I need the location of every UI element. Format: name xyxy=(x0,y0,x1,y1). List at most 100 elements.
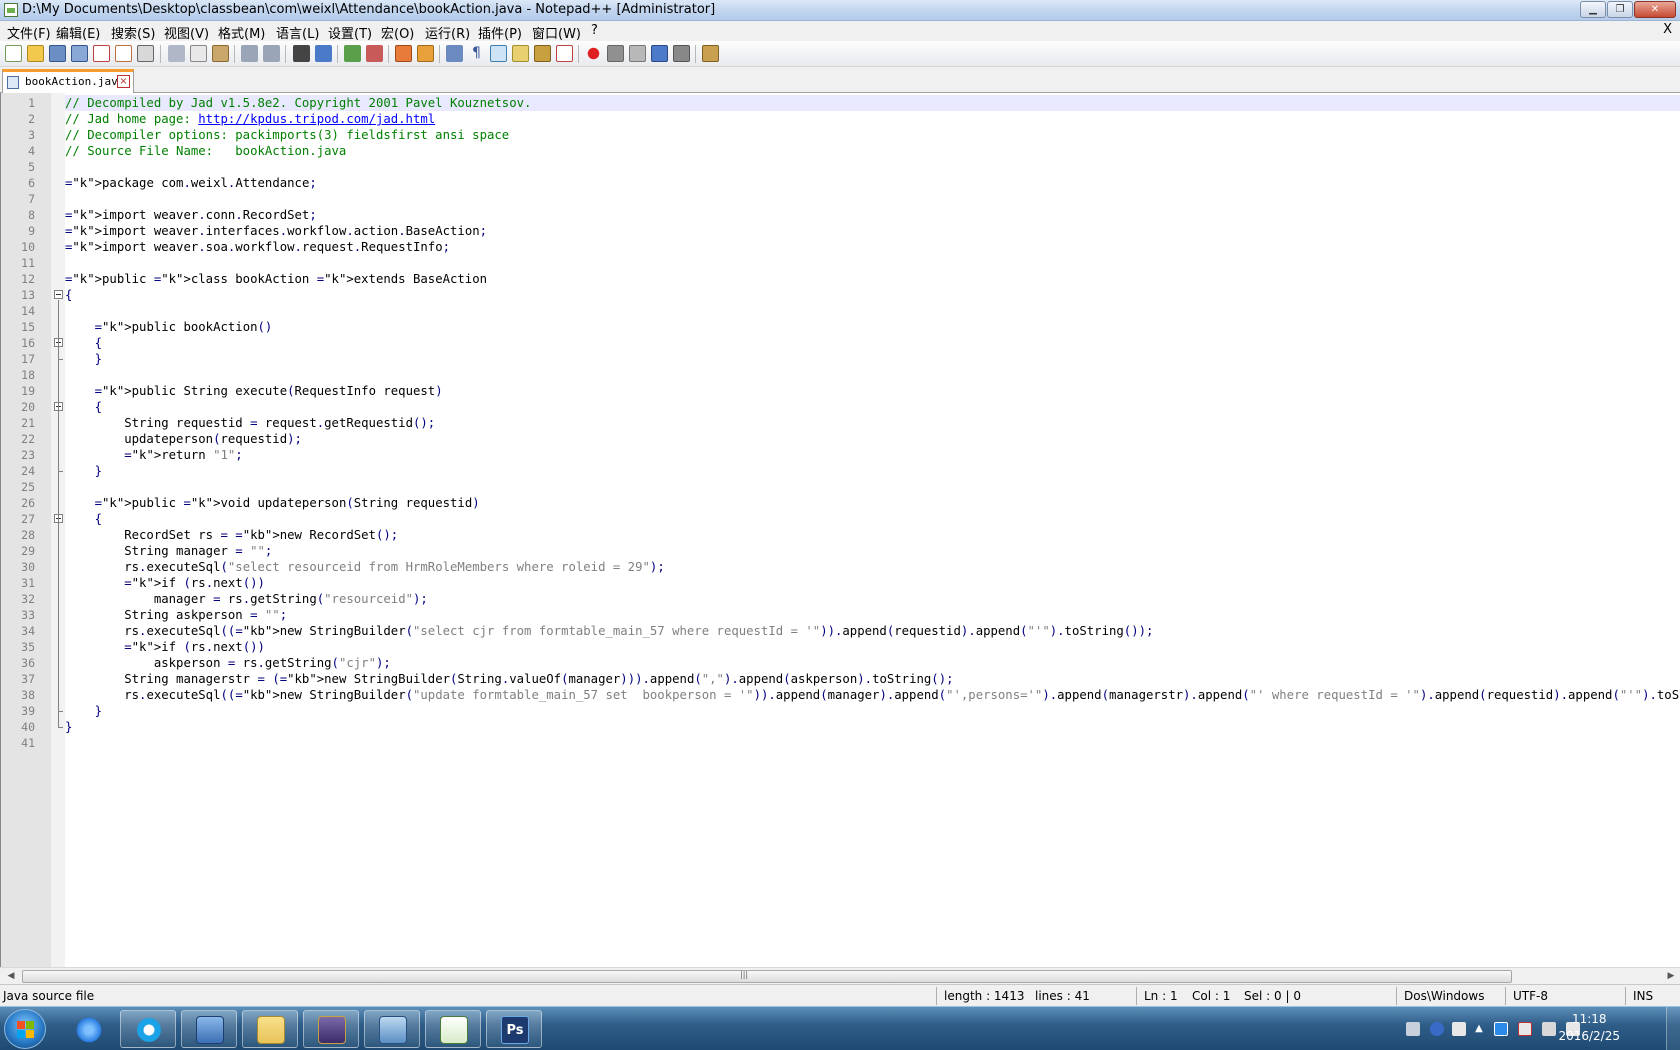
stop-macro-icon[interactable] xyxy=(607,45,624,62)
code-line[interactable]: RecordSet rs = ="kb">new RecordSet(); xyxy=(65,527,1680,543)
close-all-icon[interactable] xyxy=(115,45,132,62)
taskbar-image-viewer[interactable] xyxy=(364,1010,420,1048)
scrollbar-thumb[interactable] xyxy=(22,970,1512,983)
code-line[interactable] xyxy=(65,367,1680,383)
taskbar-remote-desktop[interactable] xyxy=(181,1010,237,1048)
code-line[interactable]: // Decompiled by Jad v1.5.8e2. Copyright… xyxy=(65,95,1680,111)
start-button[interactable] xyxy=(4,1009,46,1049)
code-line[interactable]: String manager = ""; xyxy=(65,543,1680,559)
menu-search[interactable]: 搜索(S) xyxy=(111,23,155,42)
scroll-right-icon[interactable]: ▶ xyxy=(1664,970,1678,983)
find-icon[interactable] xyxy=(293,45,310,62)
code-line[interactable]: } xyxy=(65,463,1680,479)
code-line[interactable]: ="k">public String execute(RequestInfo r… xyxy=(65,383,1680,399)
close-file-icon[interactable] xyxy=(93,45,110,62)
code-line[interactable]: ="k">return "1"; xyxy=(65,447,1680,463)
copy-icon[interactable] xyxy=(190,45,207,62)
code-line[interactable] xyxy=(65,479,1680,495)
tab-close-icon[interactable]: × xyxy=(117,75,130,88)
zoom-in-icon[interactable] xyxy=(344,45,361,62)
taskbar-clock[interactable]: 11:18 2016/2/25 xyxy=(1558,1011,1620,1045)
sync-horizontal-icon[interactable] xyxy=(417,45,434,62)
code-line[interactable]: ="k">import weaver.conn.RecordSet; xyxy=(65,207,1680,223)
code-line[interactable]: askperson = rs.getString("cjr"); xyxy=(65,655,1680,671)
open-file-icon[interactable] xyxy=(27,45,44,62)
security-shield-icon[interactable] xyxy=(1494,1022,1508,1036)
indent-guide-icon[interactable] xyxy=(490,45,507,62)
plugin-icon[interactable] xyxy=(702,45,719,62)
play-macro-icon[interactable] xyxy=(629,45,646,62)
status-insert-mode[interactable]: INS xyxy=(1633,989,1653,1003)
code-line[interactable] xyxy=(65,735,1680,751)
code-line[interactable] xyxy=(65,159,1680,175)
code-line[interactable]: String requestid = request.getRequestid(… xyxy=(65,415,1680,431)
code-line[interactable] xyxy=(65,303,1680,319)
code-line[interactable]: ="k">import weaver.soa.workflow.request.… xyxy=(65,239,1680,255)
code-line[interactable]: ="k">if (rs.next()) xyxy=(65,575,1680,591)
tab-bookaction-java[interactable]: bookAction.java × xyxy=(2,69,134,93)
menu-plugins[interactable]: 插件(P) xyxy=(478,23,522,42)
code-line[interactable]: ="k">public ="k">void updateperson(Strin… xyxy=(65,495,1680,511)
code-line[interactable]: manager = rs.getString("resourceid"); xyxy=(65,591,1680,607)
close-button[interactable]: ✕ xyxy=(1634,1,1676,18)
code-line[interactable]: ="k">if (rs.next()) xyxy=(65,639,1680,655)
function-list-icon[interactable] xyxy=(556,45,573,62)
code-line[interactable]: { xyxy=(65,287,1680,303)
code-line[interactable]: ="k">package com.weixl.Attendance; xyxy=(65,175,1680,191)
taskbar-notepad-plus-plus[interactable] xyxy=(425,1010,481,1048)
taskbar-file-explorer[interactable] xyxy=(242,1010,298,1048)
play-macro-multiple-icon[interactable] xyxy=(651,45,668,62)
zoom-out-icon[interactable] xyxy=(366,45,383,62)
user-language-icon[interactable] xyxy=(512,45,529,62)
code-editor[interactable]: 1 2 3 4 5 6 7 8 9 10 11 12 13 14 15 16 17 18 19 20 21 22 23 24 2… xyxy=(0,93,1680,967)
code-line[interactable]: ="k">public bookAction() xyxy=(65,319,1680,335)
code-line[interactable]: { xyxy=(65,335,1680,351)
record-macro-icon[interactable] xyxy=(585,45,602,62)
taskbar-qq-browser[interactable] xyxy=(120,1010,176,1048)
code-line[interactable]: String managerstr = (="kb">new StringBui… xyxy=(65,671,1680,687)
menu-view[interactable]: 视图(V) xyxy=(164,23,209,42)
scroll-left-icon[interactable]: ◀ xyxy=(4,970,18,983)
code-line[interactable]: rs.executeSql("select resourceid from Hr… xyxy=(65,559,1680,575)
save-macro-icon[interactable] xyxy=(673,45,690,62)
fold-toggle-icon[interactable] xyxy=(54,290,63,299)
help-icon[interactable] xyxy=(1430,1022,1444,1036)
status-eol-format[interactable]: Dos\Windows xyxy=(1404,989,1484,1003)
save-all-icon[interactable] xyxy=(71,45,88,62)
code-line[interactable] xyxy=(65,255,1680,271)
maximize-button[interactable]: ❐ xyxy=(1607,1,1633,18)
code-line[interactable]: ="k">import weaver.interfaces.workflow.a… xyxy=(65,223,1680,239)
show-desktop-button[interactable] xyxy=(1666,1007,1680,1050)
save-icon[interactable] xyxy=(49,45,66,62)
close-document-button[interactable]: X xyxy=(1663,22,1672,37)
taskbar-java-ee-ide[interactable] xyxy=(303,1010,359,1048)
code-line[interactable]: // Jad home page: http://kpdus.tripod.co… xyxy=(65,111,1680,127)
new-file-icon[interactable] xyxy=(5,45,22,62)
code-line[interactable]: // Decompiler options: packimports(3) fi… xyxy=(65,127,1680,143)
menu-macro[interactable]: 宏(O) xyxy=(381,23,414,42)
code-line[interactable]: rs.executeSql((="kb">new StringBuilder("… xyxy=(65,687,1680,703)
show-hidden-icons-icon[interactable]: ▲ xyxy=(1472,1022,1486,1036)
redo-icon[interactable] xyxy=(263,45,280,62)
horizontal-scrollbar[interactable]: ◀ ||| ▶ xyxy=(0,967,1680,984)
code-line[interactable]: } xyxy=(65,719,1680,735)
code-line[interactable]: } xyxy=(65,703,1680,719)
code-line[interactable]: String askperson = ""; xyxy=(65,607,1680,623)
code-line[interactable]: updateperson(requestid); xyxy=(65,431,1680,447)
sync-vertical-icon[interactable] xyxy=(395,45,412,62)
menu-run[interactable]: 运行(R) xyxy=(425,23,470,42)
action-center-icon[interactable] xyxy=(1542,1022,1556,1036)
code-line[interactable] xyxy=(65,191,1680,207)
undo-icon[interactable] xyxy=(241,45,258,62)
code-line[interactable]: } xyxy=(65,351,1680,367)
word-wrap-icon[interactable] xyxy=(446,45,463,62)
menu-language[interactable]: 语言(L) xyxy=(276,23,319,42)
code-line[interactable]: { xyxy=(65,511,1680,527)
code-line[interactable]: // Source File Name: bookAction.java xyxy=(65,143,1680,159)
network-drive-icon[interactable] xyxy=(1406,1022,1420,1036)
cut-icon[interactable] xyxy=(168,45,185,62)
print-icon[interactable] xyxy=(137,45,154,62)
status-encoding[interactable]: UTF-8 xyxy=(1513,989,1548,1003)
network-status-icon[interactable] xyxy=(1518,1022,1532,1036)
usb-icon[interactable] xyxy=(1452,1022,1466,1036)
